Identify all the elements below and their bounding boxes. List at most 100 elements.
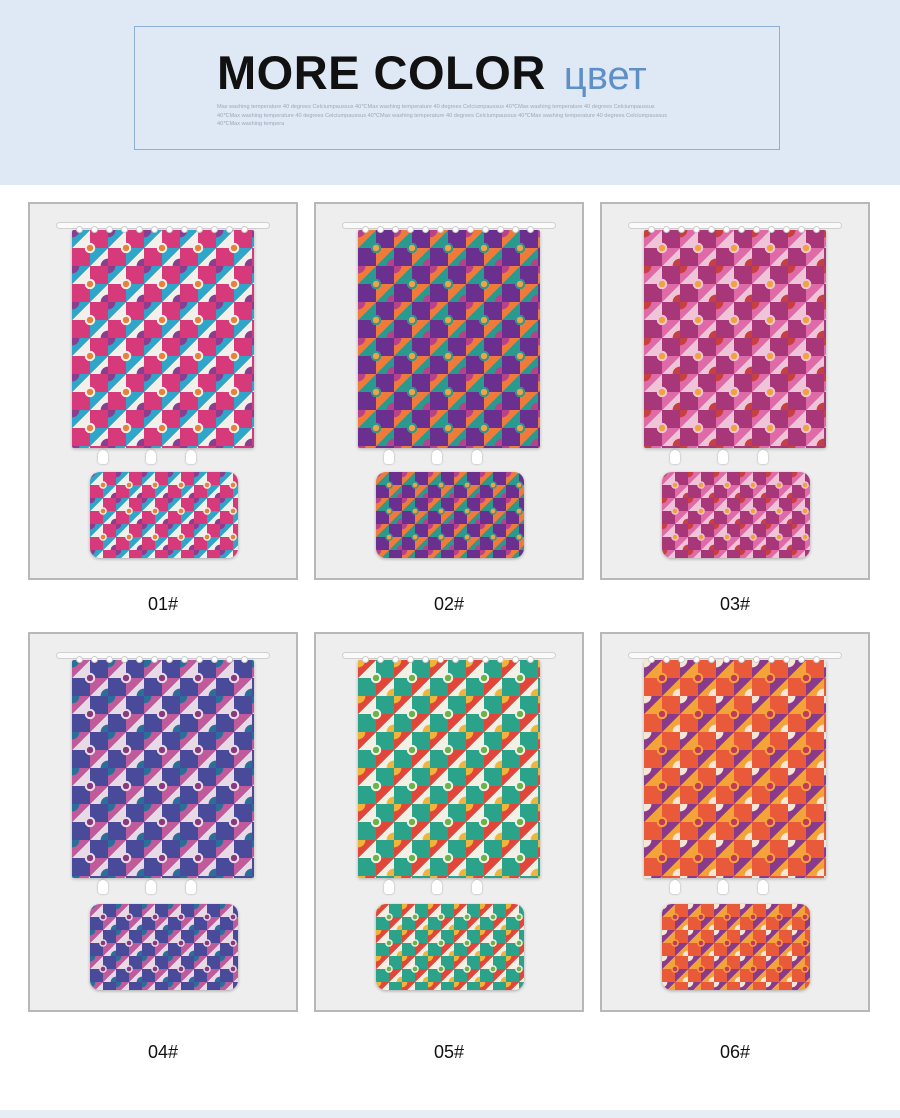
curtain-ring	[723, 226, 730, 233]
curtain-ring	[512, 226, 519, 233]
curtain-ring	[527, 656, 534, 663]
curtain-ring	[166, 226, 173, 233]
product-card-3[interactable]	[600, 202, 870, 580]
curtain-ring	[467, 656, 474, 663]
curtain-ring	[798, 656, 805, 663]
product-label: 03#	[719, 594, 751, 614]
curtain-ring	[181, 656, 188, 663]
header-banner: MORE COLOR цвет Max washing temperature 4…	[0, 0, 900, 185]
curtain-ring	[768, 656, 775, 663]
curtain-ring	[121, 656, 128, 663]
curtain-ring	[106, 656, 113, 663]
product-label: 02#	[433, 594, 465, 614]
curtain-ring	[527, 226, 534, 233]
curtain-ring	[362, 226, 369, 233]
shower-curtain-image	[72, 226, 254, 448]
product-label: 06#	[719, 1042, 751, 1062]
curtain-ring	[678, 656, 685, 663]
shower-curtain-image	[644, 656, 826, 878]
curtain-ring	[648, 226, 655, 233]
curtain-ring	[106, 226, 113, 233]
curtain-ring	[91, 226, 98, 233]
curtain-ring	[226, 656, 233, 663]
bathtub-foot	[472, 880, 482, 894]
curtain-ring	[708, 656, 715, 663]
bathtub-foot	[432, 450, 442, 464]
curtain-ring	[241, 656, 248, 663]
curtain-ring	[76, 656, 83, 663]
curtain-ring	[437, 656, 444, 663]
curtain-ring	[407, 226, 414, 233]
shower-curtain-image	[358, 656, 540, 878]
bathtub-foot	[670, 450, 680, 464]
bathtub-foot	[718, 450, 728, 464]
curtain-ring	[422, 226, 429, 233]
curtain-ring	[136, 656, 143, 663]
curtain-ring	[241, 226, 248, 233]
curtain-ring	[196, 656, 203, 663]
curtain-ring	[437, 226, 444, 233]
bathtub-foot	[146, 450, 156, 464]
curtain-ring	[482, 656, 489, 663]
banner-title: MORE COLOR	[217, 46, 546, 99]
curtain-ring	[693, 656, 700, 663]
curtain-ring	[738, 226, 745, 233]
banner-title-row: MORE COLOR цвет	[217, 45, 647, 100]
bathtub-foot	[758, 450, 768, 464]
curtain-ring	[813, 226, 820, 233]
shower-curtain-image	[644, 226, 826, 448]
shower-curtain-image	[72, 656, 254, 878]
curtain-ring	[226, 226, 233, 233]
banner-subtitle: цвет	[563, 54, 647, 98]
bath-mat-image	[376, 472, 524, 558]
curtain-ring	[753, 226, 760, 233]
curtain-ring	[392, 226, 399, 233]
product-label: 01#	[147, 594, 179, 614]
curtain-ring	[813, 656, 820, 663]
product-card-2[interactable]	[314, 202, 584, 580]
curtain-ring	[723, 656, 730, 663]
curtain-rod	[342, 652, 556, 659]
bathtub-foot	[146, 880, 156, 894]
curtain-ring	[452, 656, 459, 663]
curtain-ring	[753, 656, 760, 663]
bathtub-foot	[98, 880, 108, 894]
curtain-ring	[181, 226, 188, 233]
curtain-ring	[151, 656, 158, 663]
product-card-1[interactable]	[28, 202, 298, 580]
curtain-ring	[136, 226, 143, 233]
curtain-ring	[497, 226, 504, 233]
bath-mat-image	[662, 904, 810, 990]
curtain-ring	[121, 226, 128, 233]
curtain-rod	[56, 222, 270, 229]
product-card-4[interactable]	[28, 632, 298, 1012]
curtain-ring	[783, 656, 790, 663]
bathtub-foot	[718, 880, 728, 894]
curtain-ring	[497, 656, 504, 663]
curtain-ring	[196, 226, 203, 233]
page-bottom-bar	[0, 1110, 900, 1118]
bathtub-foot	[432, 880, 442, 894]
bathtub-foot	[186, 880, 196, 894]
curtain-ring	[392, 656, 399, 663]
curtain-ring	[151, 226, 158, 233]
product-card-5[interactable]	[314, 632, 584, 1012]
curtain-rod	[56, 652, 270, 659]
curtain-rod	[342, 222, 556, 229]
bathtub-foot	[670, 880, 680, 894]
bath-mat-image	[662, 472, 810, 558]
curtain-ring	[783, 226, 790, 233]
curtain-ring	[377, 226, 384, 233]
bathtub-foot	[472, 450, 482, 464]
shower-curtain-image	[358, 226, 540, 448]
curtain-ring	[708, 226, 715, 233]
product-card-6[interactable]	[600, 632, 870, 1012]
curtain-ring	[663, 656, 670, 663]
curtain-ring	[362, 656, 369, 663]
curtain-ring	[693, 226, 700, 233]
curtain-ring	[482, 226, 489, 233]
curtain-ring	[798, 226, 805, 233]
curtain-ring	[211, 226, 218, 233]
bath-mat-image	[90, 472, 238, 558]
bathtub-foot	[384, 880, 394, 894]
